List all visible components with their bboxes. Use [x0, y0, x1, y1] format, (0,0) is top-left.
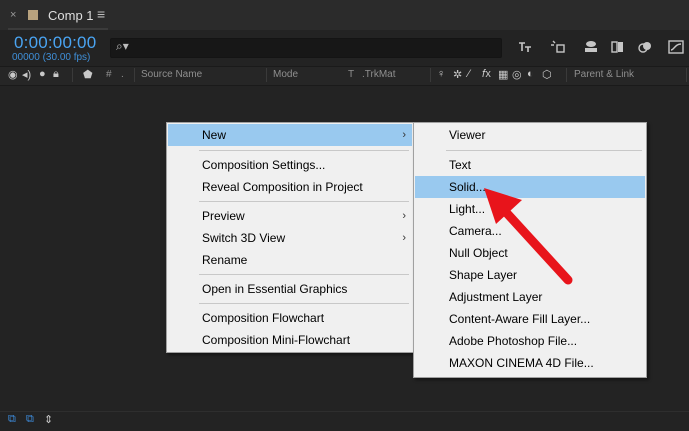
menu-item-label: Composition Flowchart — [202, 311, 325, 325]
eye-icon[interactable]: ◉ — [8, 68, 18, 81]
menu-separator — [199, 201, 409, 202]
submenu-item-viewer[interactable]: Viewer — [415, 124, 645, 146]
menu-item-composition-settings[interactable]: Composition Settings... — [168, 154, 412, 176]
menu-item-rename[interactable]: Rename — [168, 249, 412, 271]
timeline-bottom-bar — [0, 411, 689, 431]
lock-icon[interactable]: 🔒︎ — [53, 68, 59, 81]
frame-blending-icon[interactable] — [609, 38, 627, 56]
layer-number-icon[interactable]: # — [106, 69, 112, 80]
search-icon[interactable]: ⌕▾ — [116, 39, 129, 54]
close-tab-icon[interactable]: × — [10, 9, 16, 21]
comp-flowchart-icon[interactable] — [582, 38, 600, 56]
composition-tab-title[interactable]: Comp 1 — [48, 8, 94, 23]
audio-icon[interactable]: ◂) — [22, 68, 31, 81]
column-divider — [134, 68, 135, 82]
in-out-icon[interactable]: ⇕ — [44, 413, 53, 426]
shy-switch-icon[interactable]: ♀ — [437, 68, 445, 80]
motion-blur-switch-icon[interactable]: ◎ — [512, 68, 522, 81]
track-matte-column[interactable]: .TrkMat — [362, 69, 396, 80]
column-divider — [72, 68, 73, 82]
menu-item-label: Adobe Photoshop File... — [449, 334, 578, 348]
menu-item-label: Content-Aware Fill Layer... — [449, 312, 591, 326]
mode-column[interactable]: Mode — [273, 69, 298, 80]
adjustment-layer-switch-icon[interactable]: ◐ — [527, 68, 534, 80]
menu-item-new[interactable]: New › — [168, 124, 412, 146]
menu-item-label: Composition Settings... — [202, 158, 326, 172]
collapse-switch-icon[interactable]: ✲ — [453, 68, 462, 81]
label-tag-icon[interactable]: ⬟ — [83, 68, 93, 81]
menu-item-label: Text — [449, 158, 472, 172]
menu-item-composition-flowchart[interactable]: Composition Flowchart — [168, 307, 412, 329]
layer-switches-icon[interactable]: ⧉ — [8, 413, 16, 426]
source-name-column[interactable]: Source Name — [141, 69, 202, 80]
menu-item-switch-3d-view[interactable]: Switch 3D View › — [168, 227, 412, 249]
column-divider — [566, 68, 567, 82]
submenu-arrow-icon: › — [402, 129, 406, 141]
menu-item-label: Rename — [202, 253, 248, 267]
menu-item-label: Viewer — [449, 128, 486, 142]
menu-item-label: Switch 3D View — [202, 231, 286, 245]
quality-switch-icon[interactable]: ⁄ — [468, 68, 470, 80]
submenu-item-adobe-photoshop-file[interactable]: Adobe Photoshop File... — [415, 330, 645, 352]
menu-item-label: Reveal Composition in Project — [202, 180, 363, 194]
composition-swatch-icon — [28, 10, 38, 20]
menu-item-label: MAXON CINEMA 4D File... — [449, 356, 594, 370]
menu-separator — [199, 150, 409, 151]
menu-separator — [199, 303, 409, 304]
submenu-item-maxon-cinema-4d-file[interactable]: MAXON CINEMA 4D File... — [415, 352, 645, 374]
column-divider-dot: . — [121, 69, 124, 80]
menu-item-reveal-composition[interactable]: Reveal Composition in Project — [168, 176, 412, 198]
preserve-transparency-column[interactable]: T — [348, 69, 354, 80]
motion-blur-icon[interactable] — [636, 38, 654, 56]
menu-item-preview[interactable]: Preview › — [168, 205, 412, 227]
transfer-controls-icon[interactable]: ⧉ — [26, 413, 34, 426]
frame-rate-display: 00000 (30.00 fps) — [12, 52, 91, 63]
shy-layers-icon[interactable] — [516, 38, 534, 56]
frame-blend-switch-icon[interactable]: ▦ — [498, 68, 508, 81]
panel-menu-icon[interactable]: ≡ — [97, 6, 105, 22]
submenu-item-content-aware-fill-layer[interactable]: Content-Aware Fill Layer... — [415, 308, 645, 330]
menu-item-open-essential-graphics[interactable]: Open in Essential Graphics — [168, 278, 412, 300]
solo-icon[interactable]: ● — [39, 68, 46, 80]
menu-separator — [446, 150, 642, 151]
menu-separator — [199, 274, 409, 275]
menu-item-composition-mini-flowchart[interactable]: Composition Mini-Flowchart — [168, 329, 412, 351]
parent-link-column[interactable]: Parent & Link — [574, 69, 634, 80]
menu-item-label: Open in Essential Graphics — [202, 282, 348, 296]
3d-layer-switch-icon[interactable]: ⬡ — [542, 68, 552, 81]
menu-item-label: Composition Mini-Flowchart — [202, 333, 351, 347]
column-divider — [430, 68, 431, 82]
annotation-arrow-icon — [484, 188, 573, 285]
menu-item-label: New — [202, 128, 227, 142]
draft-3d-icon[interactable] — [549, 38, 567, 56]
column-divider — [686, 68, 687, 82]
graph-editor-icon[interactable] — [667, 38, 685, 56]
effects-switch-icon[interactable]: 𝑓x — [482, 68, 491, 81]
submenu-item-text[interactable]: Text — [415, 154, 645, 176]
menu-item-label: Preview — [202, 209, 245, 223]
current-time-display[interactable]: 0:00:00:00 — [14, 33, 96, 53]
submenu-arrow-icon: › — [402, 210, 406, 222]
layer-search-input[interactable] — [110, 38, 502, 58]
context-menu: New › Composition Settings... Reveal Com… — [166, 122, 414, 353]
submenu-arrow-icon: › — [402, 232, 406, 244]
column-divider — [266, 68, 267, 82]
